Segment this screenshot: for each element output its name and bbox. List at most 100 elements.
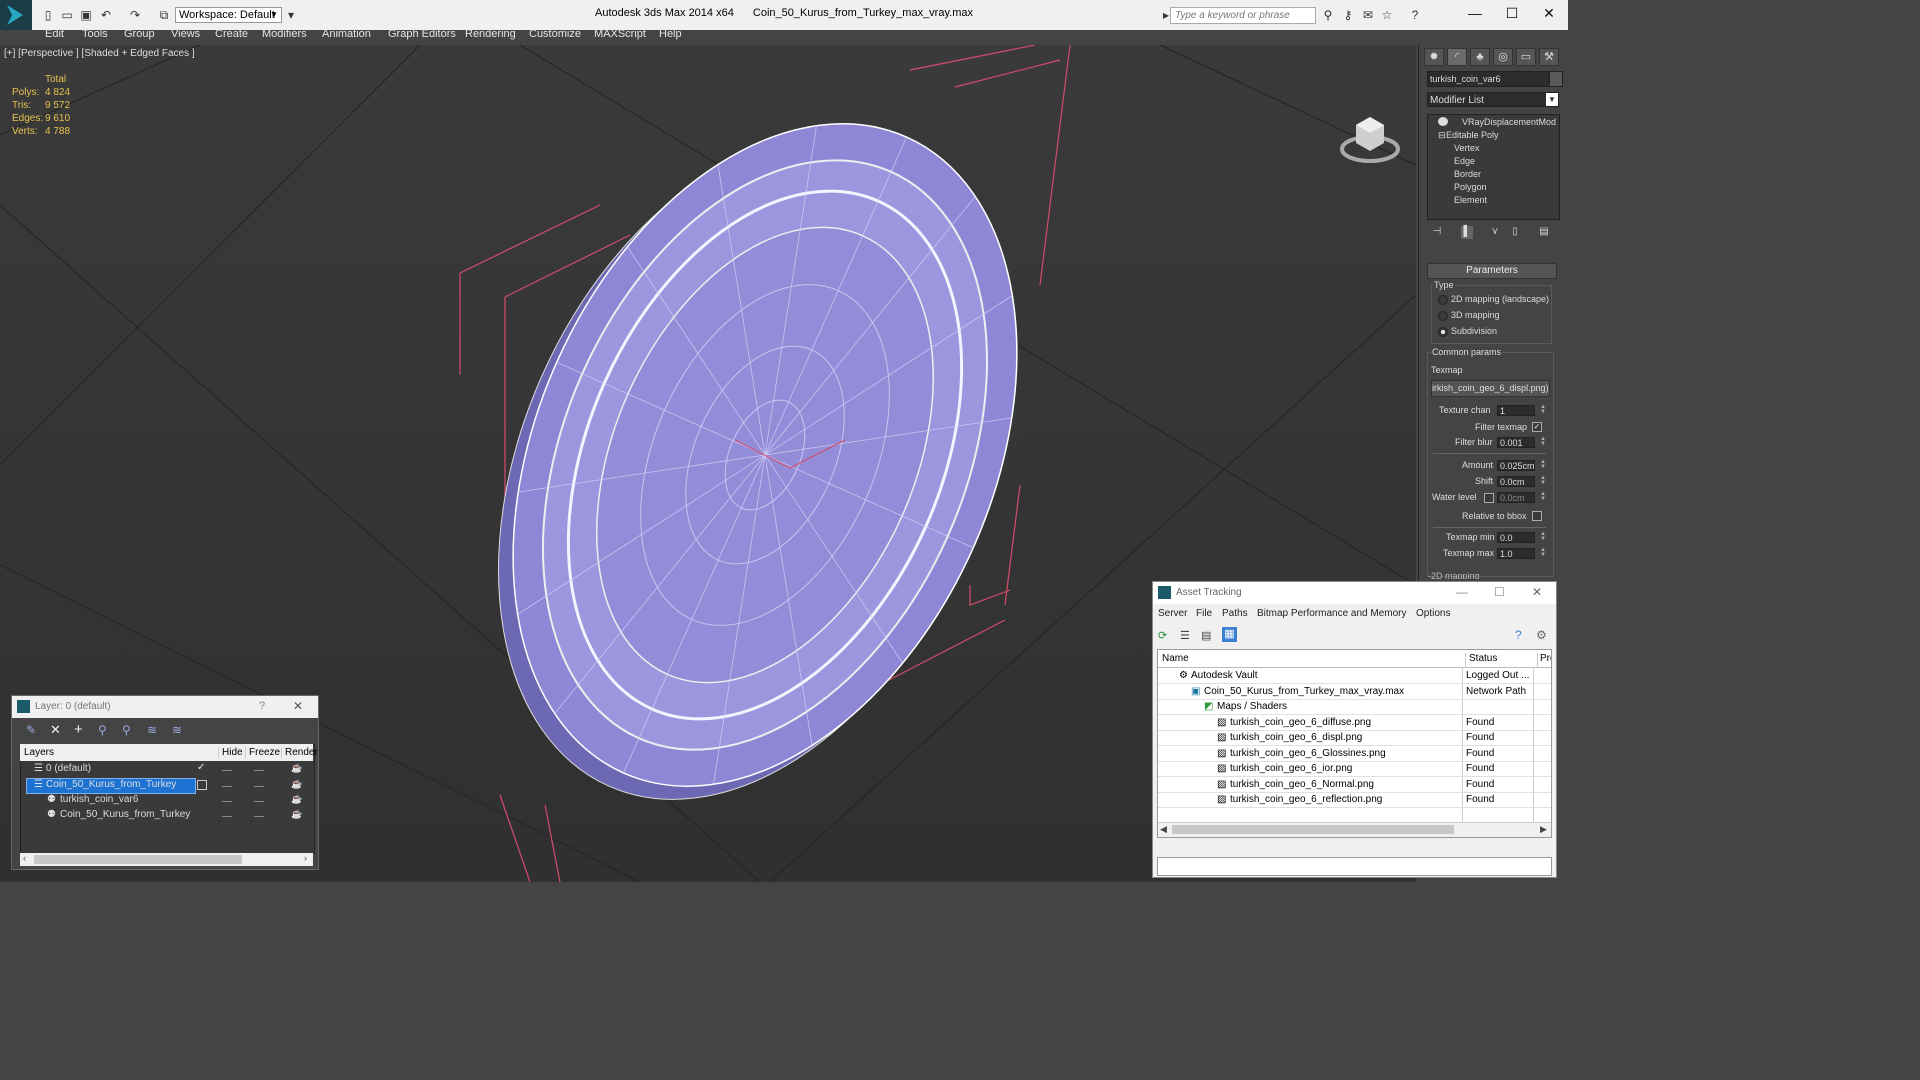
- texmap-max-arrows-icon[interactable]: ▲ ▼: [1540, 547, 1546, 559]
- menu-rendering[interactable]: Rendering: [465, 28, 516, 40]
- refresh-icon[interactable]: ⟳: [1158, 629, 1170, 642]
- new-file-icon[interactable]: ▯: [40, 7, 56, 23]
- column-pro[interactable]: Pro: [1537, 653, 1551, 668]
- stack-item-polygon[interactable]: Polygon: [1454, 182, 1487, 192]
- radio-subdivision[interactable]: [1438, 327, 1448, 337]
- freeze-toggle[interactable]: [254, 801, 264, 802]
- filter-blur-spinner[interactable]: 0.001: [1497, 437, 1535, 448]
- menu-modifiers[interactable]: Modifiers: [262, 28, 307, 40]
- shift-spinner[interactable]: 0.0cm: [1497, 476, 1535, 487]
- minimize-button[interactable]: —: [1460, 3, 1490, 23]
- render-teapot-icon[interactable]: ☕: [291, 809, 302, 820]
- column-render[interactable]: Render: [281, 747, 318, 758]
- layer-close-button[interactable]: ✕: [293, 699, 303, 713]
- layer-horizontal-scrollbar[interactable]: ‹ ›: [20, 853, 313, 866]
- asset-minimize-button[interactable]: —: [1456, 585, 1468, 599]
- scrollbar-thumb[interactable]: [1172, 825, 1454, 834]
- table-row[interactable]: ⚙ Autodesk Vault Logged Out ...: [1158, 668, 1551, 684]
- column-layers[interactable]: Layers: [24, 747, 54, 758]
- table-row[interactable]: ▨ turkish_coin_geo_6_displ.png Found: [1158, 730, 1551, 746]
- layer-row[interactable]: ⚉ turkish_coin_var6 ☕: [20, 793, 313, 808]
- render-teapot-icon[interactable]: ☕: [291, 794, 302, 805]
- search-input[interactable]: Type a keyword or phrase: [1170, 7, 1316, 24]
- menu-animation[interactable]: Animation: [322, 28, 371, 40]
- asset-close-button[interactable]: ✕: [1532, 585, 1542, 599]
- motion-tab-icon[interactable]: ◎: [1493, 48, 1513, 66]
- detail-view-icon[interactable]: ▤: [1201, 629, 1213, 642]
- parameters-rollout-header[interactable]: Parameters: [1427, 263, 1557, 279]
- make-unique-icon[interactable]: ⋎: [1489, 226, 1501, 239]
- save-icon[interactable]: ▣: [78, 7, 94, 23]
- object-name-field[interactable]: turkish_coin_var6: [1427, 71, 1551, 87]
- utilities-tab-icon[interactable]: ⚒: [1539, 48, 1559, 66]
- undo-icon[interactable]: ↶: [98, 7, 114, 23]
- project-folder-icon[interactable]: ⧉: [156, 7, 172, 23]
- freeze-toggle[interactable]: [254, 786, 264, 787]
- radio-3d-mapping[interactable]: [1438, 311, 1448, 321]
- asset-menu-file[interactable]: File: [1196, 608, 1212, 619]
- remove-modifier-icon[interactable]: ▯: [1509, 226, 1521, 239]
- asset-menu-bitmap-performance[interactable]: Bitmap Performance and Memory: [1257, 608, 1407, 619]
- radio-2d-mapping[interactable]: [1438, 295, 1448, 305]
- column-status[interactable]: Status: [1465, 653, 1497, 668]
- texmap-button[interactable]: irkish_coin_geo_6_displ.png): [1431, 380, 1550, 397]
- viewport-label-menu[interactable]: [+] [Perspective ] [Shaded + Edged Faces…: [4, 48, 195, 59]
- stack-item-vertex[interactable]: Vertex: [1454, 143, 1480, 153]
- asset-path-field[interactable]: [1157, 857, 1552, 876]
- hide-toggle[interactable]: [222, 801, 232, 802]
- stack-item-editable-poly[interactable]: Editable Poly: [1446, 130, 1499, 140]
- asset-help-icon[interactable]: ?: [1515, 628, 1522, 642]
- table-row[interactable]: ▨ turkish_coin_geo_6_Normal.png Found: [1158, 777, 1551, 793]
- table-row[interactable]: ▨ turkish_coin_geo_6_reflection.png Foun…: [1158, 792, 1551, 808]
- stack-item-vraydisplacementmod[interactable]: VRayDisplacementMod: [1462, 117, 1556, 127]
- menu-edit[interactable]: Edit: [45, 28, 64, 40]
- menu-customize[interactable]: Customize: [529, 28, 581, 40]
- favorites-star-icon[interactable]: ☆: [1379, 7, 1395, 23]
- scroll-right-icon[interactable]: ›: [304, 853, 307, 863]
- hide-toggle[interactable]: [222, 770, 232, 771]
- modifier-list-dropdown[interactable]: Modifier List ▼: [1427, 92, 1559, 107]
- 2d-mapping-rollout[interactable]: -2D mapping: [1428, 571, 1480, 579]
- qa-customize-icon[interactable]: ▾: [283, 7, 299, 23]
- shift-arrows-icon[interactable]: ▲ ▼: [1540, 475, 1546, 487]
- horizontal-scrollbar[interactable]: ◀ ▶: [1158, 822, 1551, 837]
- asset-maximize-button[interactable]: ☐: [1494, 585, 1505, 599]
- pin-stack-icon[interactable]: ⊣: [1431, 226, 1443, 239]
- menu-maxscript[interactable]: MAXScript: [594, 28, 646, 40]
- asset-settings-icon[interactable]: ⚙: [1536, 628, 1547, 642]
- asset-menu-options[interactable]: Options: [1416, 608, 1450, 619]
- texmap-min-arrows-icon[interactable]: ▲ ▼: [1540, 531, 1546, 543]
- maximize-button[interactable]: ☐: [1497, 3, 1527, 23]
- amount-spinner[interactable]: 0.025cm: [1497, 460, 1535, 471]
- scroll-left-icon[interactable]: ‹: [23, 853, 26, 863]
- menu-help[interactable]: Help: [659, 28, 682, 40]
- menu-create[interactable]: Create: [215, 28, 248, 40]
- layer-row[interactable]: ⚉ Coin_50_Kurus_from_Turkey ☕: [20, 808, 313, 823]
- filter-blur-arrows-icon[interactable]: ▲ ▼: [1540, 436, 1546, 448]
- set-current-layer-box[interactable]: [197, 780, 207, 790]
- add-to-layer-icon[interactable]: +: [74, 721, 83, 738]
- texture-chan-spinner[interactable]: 1: [1497, 405, 1535, 416]
- open-file-icon[interactable]: ▭: [59, 7, 75, 23]
- close-button[interactable]: ✕: [1534, 3, 1564, 23]
- delete-layer-icon[interactable]: ✕: [50, 722, 61, 738]
- object-color-swatch[interactable]: [1549, 71, 1563, 87]
- menu-graph-editors[interactable]: Graph Editors: [388, 28, 456, 40]
- configure-sets-icon[interactable]: ▤: [1538, 226, 1550, 239]
- relative-bbox-checkbox[interactable]: [1532, 511, 1542, 521]
- menu-tools[interactable]: Tools: [82, 28, 108, 40]
- create-tab-icon[interactable]: ✹: [1424, 48, 1444, 66]
- texture-chan-arrows-icon[interactable]: ▲ ▼: [1540, 404, 1546, 416]
- freeze-all-icon[interactable]: ≋: [172, 723, 182, 737]
- render-teapot-icon[interactable]: ☕: [291, 779, 302, 790]
- binoculars-icon[interactable]: ⚲: [1320, 7, 1336, 23]
- select-layer-icon[interactable]: ⚲: [122, 723, 131, 737]
- layer-help-button[interactable]: ?: [259, 700, 265, 712]
- layer-row[interactable]: ☰ 0 (default) ✓ ☕: [20, 762, 313, 777]
- asset-menu-server[interactable]: Server: [1158, 608, 1187, 619]
- hide-all-icon[interactable]: ≋: [147, 723, 157, 737]
- table-row[interactable]: ▣ Coin_50_Kurus_from_Turkey_max_vray.max…: [1158, 684, 1551, 700]
- texmap-max-spinner[interactable]: 1.0: [1497, 548, 1535, 559]
- help-icon[interactable]: ?: [1407, 7, 1423, 23]
- lightbulb-icon[interactable]: [1438, 117, 1448, 126]
